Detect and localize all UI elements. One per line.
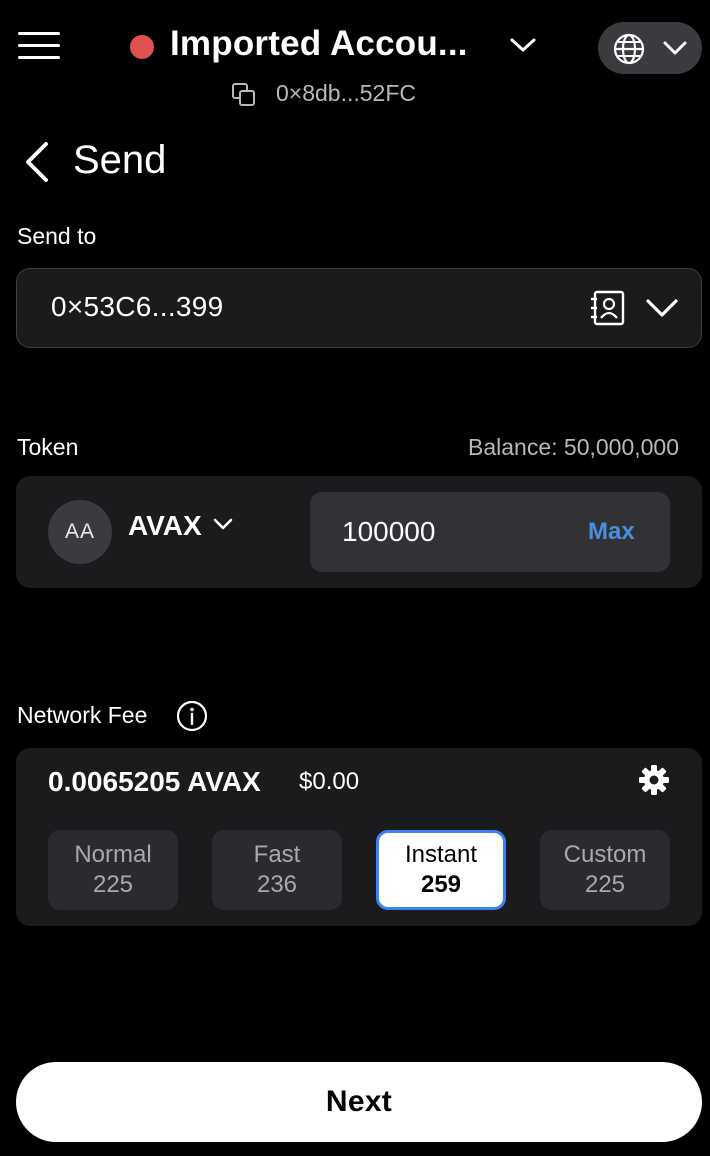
fee-amount: 0.0065205 AVAX — [48, 766, 261, 797]
info-icon[interactable] — [176, 700, 208, 737]
fee-option-name: Instant — [404, 841, 478, 868]
address-book-icon[interactable] — [589, 289, 627, 332]
amount-field[interactable]: Max — [310, 492, 670, 572]
network-selector-button[interactable] — [598, 22, 702, 74]
fee-option-fast[interactable]: Fast 236 — [212, 830, 342, 910]
amount-input[interactable] — [342, 516, 562, 548]
recipient-address-field[interactable]: 0×53C6...399 — [16, 268, 702, 348]
fee-option-normal[interactable]: Normal 225 — [48, 830, 178, 910]
gear-icon[interactable] — [638, 764, 670, 801]
token-avatar: AA — [48, 500, 112, 564]
fee-usd: $0.00 — [299, 768, 360, 795]
fee-option-value: 259 — [420, 871, 462, 898]
recipient-address-value[interactable]: 0×53C6...399 — [51, 291, 224, 323]
menu-icon[interactable] — [18, 30, 60, 62]
network-fee-panel: 0.0065205 AVAX $0.00 Normal 225 Fast 236… — [16, 748, 702, 926]
account-name[interactable]: Imported Accou... — [170, 24, 468, 64]
chevron-down-icon[interactable] — [644, 291, 680, 330]
chevron-down-icon — [212, 514, 234, 539]
fee-option-custom[interactable]: Custom 225 — [540, 830, 670, 910]
chevron-down-icon — [661, 35, 689, 66]
next-button[interactable]: Next — [16, 1062, 702, 1142]
globe-icon — [612, 32, 646, 71]
token-amount-panel: AA AVAX Max — [16, 476, 702, 588]
send-to-label: Send to — [17, 223, 97, 249]
token-balance: Balance: 50,000,000 — [468, 434, 680, 460]
fee-option-value: 236 — [256, 871, 298, 898]
token-symbol: AVAX — [128, 510, 202, 541]
account-address: 0×8db...52FC — [276, 80, 417, 106]
fee-option-name: Fast — [253, 841, 301, 868]
network-fee-label: Network Fee — [17, 702, 148, 728]
fee-option-value: 225 — [92, 871, 134, 898]
token-selector[interactable]: AVAX — [128, 510, 234, 542]
fee-option-name: Custom — [563, 841, 647, 868]
fee-option-name: Normal — [74, 841, 152, 868]
token-label: Token — [17, 434, 79, 460]
back-arrow-icon[interactable] — [18, 138, 58, 186]
page-title: Send — [73, 138, 167, 182]
fee-option-instant[interactable]: Instant 259 — [376, 830, 506, 910]
max-button[interactable]: Max — [588, 518, 635, 546]
account-status-dot — [130, 35, 154, 59]
fee-option-value: 225 — [584, 871, 626, 898]
chevron-down-icon[interactable] — [508, 30, 538, 60]
copy-icon[interactable] — [230, 81, 258, 109]
